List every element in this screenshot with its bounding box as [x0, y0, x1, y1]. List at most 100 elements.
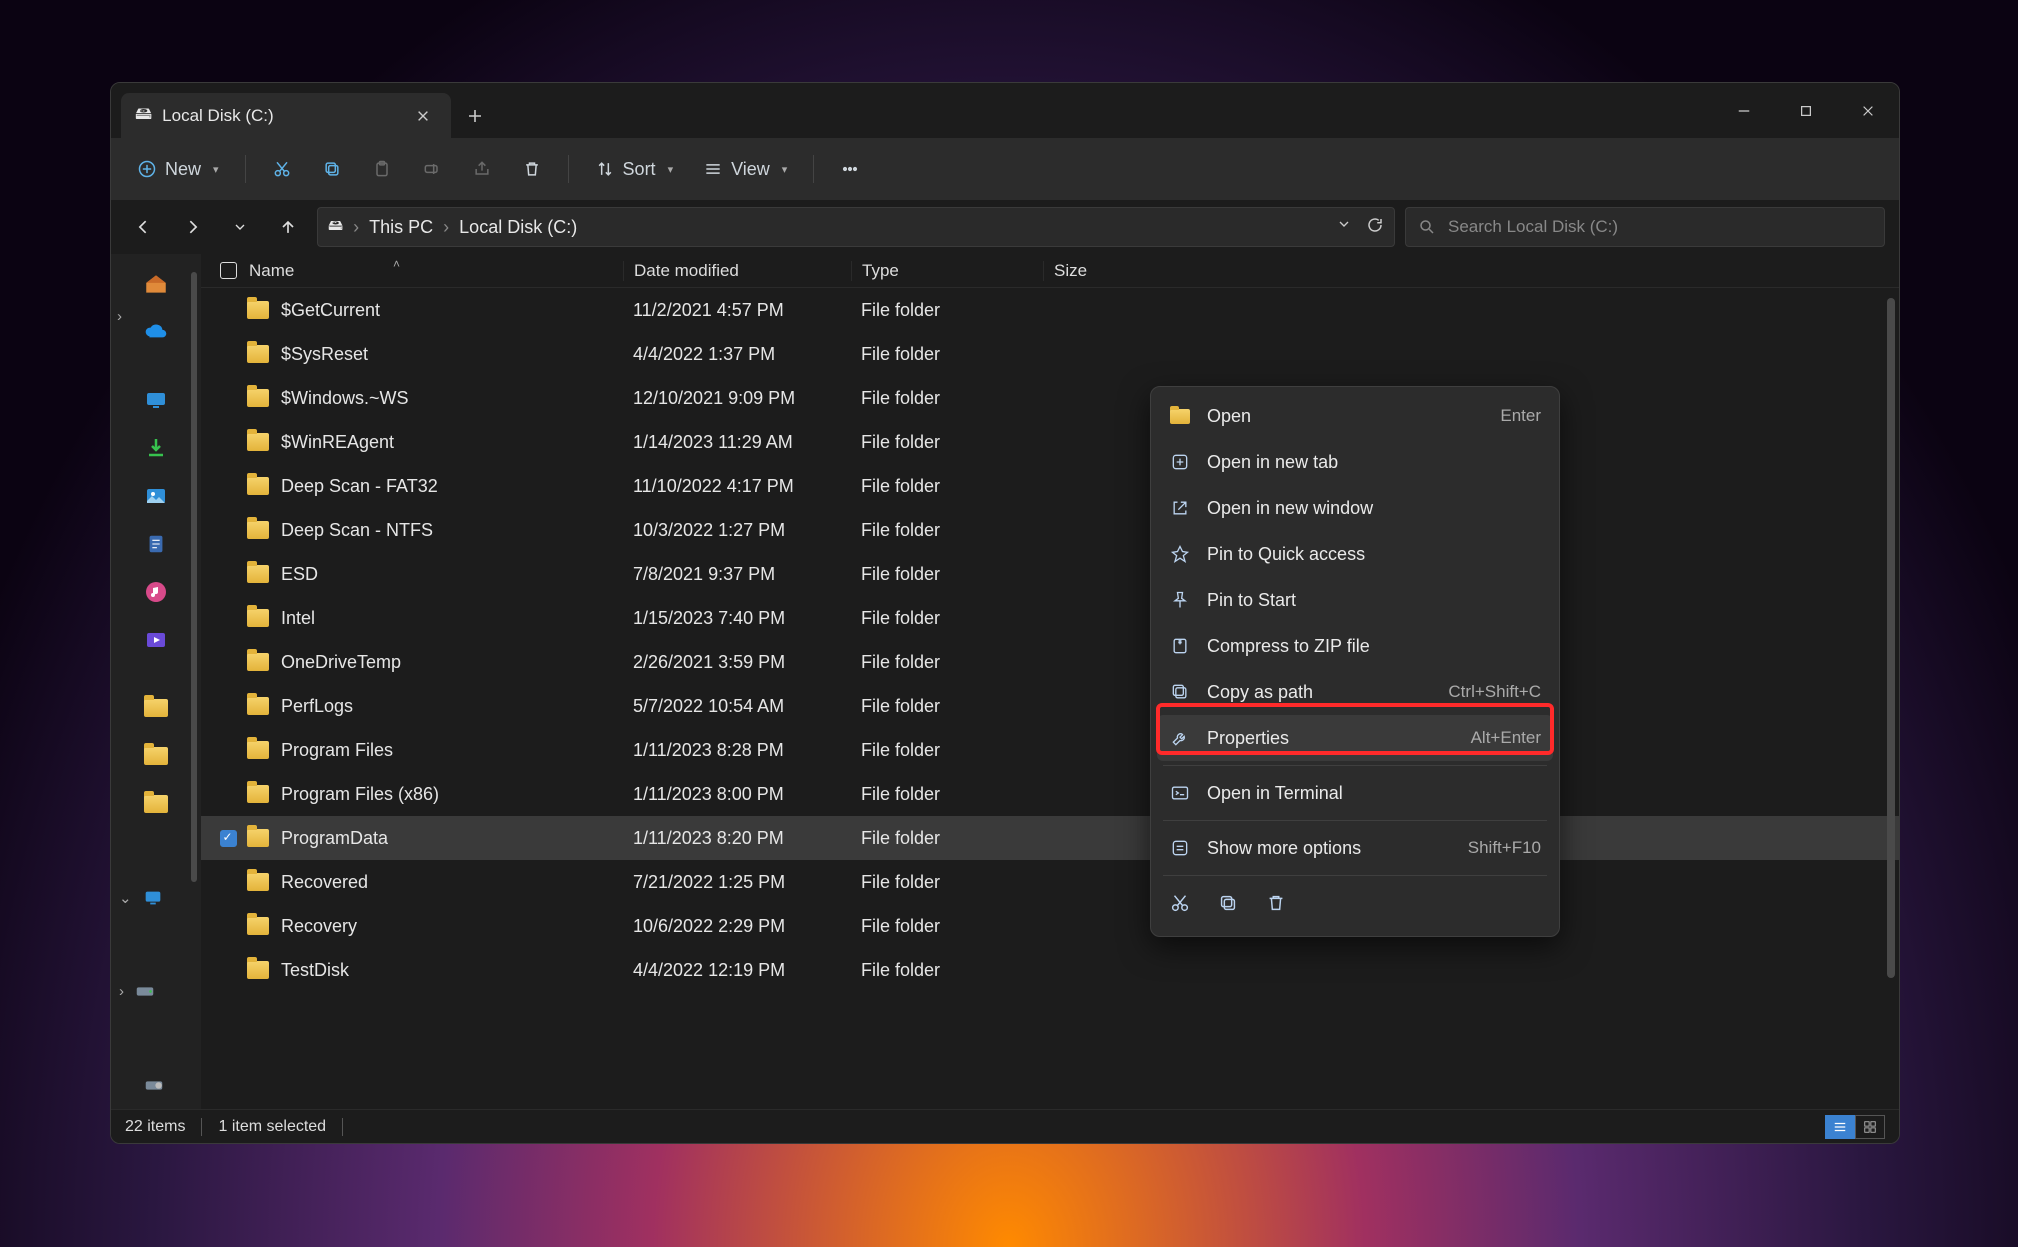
ctx-open[interactable]: Open Enter [1157, 393, 1553, 439]
more-button[interactable] [828, 149, 872, 189]
minimize-button[interactable] [1713, 83, 1775, 138]
search-box[interactable] [1405, 207, 1885, 247]
sidebar-item-onedrive[interactable] [134, 311, 178, 353]
ctx-copy-button[interactable] [1217, 892, 1239, 919]
table-row[interactable]: Deep Scan - FAT3211/10/2022 4:17 PMFile … [201, 464, 1899, 508]
sidebar-item-music[interactable] [134, 571, 178, 613]
column-size[interactable]: Size [1043, 261, 1163, 281]
column-type[interactable]: Type [851, 261, 1043, 281]
status-bar: 22 items 1 item selected [111, 1109, 1899, 1143]
ctx-open-new-window[interactable]: Open in new window [1157, 485, 1553, 531]
sidebar-item-home[interactable] [134, 263, 178, 305]
share-button[interactable] [460, 149, 504, 189]
column-name[interactable]: Name ˄ [243, 261, 623, 281]
table-row[interactable]: PerfLogs5/7/2022 10:54 AMFile folder [201, 684, 1899, 728]
tab-local-disk[interactable]: 🖴 Local Disk (C:) [121, 93, 451, 138]
separator [1163, 875, 1547, 876]
sidebar-item-pictures[interactable] [134, 475, 178, 517]
sidebar-scrollbar[interactable] [191, 272, 197, 882]
file-name: $SysReset [281, 344, 368, 365]
sidebar-item-this-pc[interactable]: ⌄ [111, 874, 201, 922]
back-button[interactable] [125, 208, 163, 246]
column-date[interactable]: Date modified [623, 261, 851, 281]
file-type: File folder [851, 740, 1043, 761]
ctx-pin-quick[interactable]: Pin to Quick access [1157, 531, 1553, 577]
paste-button[interactable] [360, 149, 404, 189]
recent-button[interactable] [221, 208, 259, 246]
breadcrumb[interactable]: 🖴 › This PC › Local Disk (C:) [317, 207, 1395, 247]
file-date: 2/26/2021 3:59 PM [623, 652, 851, 673]
folder-icon [247, 653, 269, 671]
details-view-button[interactable] [1825, 1115, 1855, 1139]
ctx-open-new-tab[interactable]: Open in new tab [1157, 439, 1553, 485]
file-name: Recovered [281, 872, 368, 893]
ctx-compress[interactable]: Compress to ZIP file [1157, 623, 1553, 669]
table-row[interactable]: Recovery10/6/2022 2:29 PMFile folder [201, 904, 1899, 948]
sidebar-item-folder[interactable] [134, 783, 178, 825]
table-row[interactable]: Intel1/15/2023 7:40 PMFile folder [201, 596, 1899, 640]
file-date: 11/2/2021 4:57 PM [623, 300, 851, 321]
new-tab-button[interactable] [451, 93, 499, 138]
view-button[interactable]: View ▾ [691, 149, 799, 189]
cut-button[interactable] [260, 149, 304, 189]
select-all-checkbox[interactable] [213, 262, 243, 279]
thumbnails-view-button[interactable] [1855, 1115, 1885, 1139]
view-label: View [731, 159, 770, 180]
delete-button[interactable] [510, 149, 554, 189]
sidebar-item-dvd[interactable] [111, 1061, 201, 1109]
ctx-properties[interactable]: Properties Alt+Enter [1157, 715, 1553, 761]
file-name: $GetCurrent [281, 300, 380, 321]
table-row[interactable]: Deep Scan - NTFS10/3/2022 1:27 PMFile fo… [201, 508, 1899, 552]
table-row[interactable]: $SysReset4/4/2022 1:37 PMFile folder [201, 332, 1899, 376]
rename-button[interactable] [410, 149, 454, 189]
table-row[interactable]: Program Files1/11/2023 8:28 PMFile folde… [201, 728, 1899, 772]
table-row[interactable]: OneDriveTemp2/26/2021 3:59 PMFile folder [201, 640, 1899, 684]
ctx-cut-button[interactable] [1169, 892, 1191, 919]
main-scrollbar[interactable] [1887, 298, 1895, 978]
sidebar-item-videos[interactable] [134, 619, 178, 661]
sidebar-item-downloads[interactable] [134, 427, 178, 469]
table-row[interactable]: $Windows.~WS12/10/2021 9:09 PMFile folde… [201, 376, 1899, 420]
ctx-open-terminal[interactable]: Open in Terminal [1157, 770, 1553, 816]
sort-button[interactable]: Sort ▾ [583, 149, 686, 189]
sidebar-item-folder[interactable] [134, 687, 178, 729]
expand-icon[interactable]: › [117, 308, 122, 325]
copy-button[interactable] [310, 149, 354, 189]
file-type: File folder [851, 608, 1043, 629]
sidebar-item-desktop[interactable] [134, 379, 178, 421]
up-button[interactable] [269, 208, 307, 246]
table-row[interactable]: Recovered7/21/2022 1:25 PMFile folder [201, 860, 1899, 904]
status-item-count: 22 items [125, 1118, 185, 1136]
table-row[interactable]: Program Files (x86)1/11/2023 8:00 PMFile… [201, 772, 1899, 816]
table-row[interactable]: ProgramData1/11/2023 8:20 PMFile folder [201, 816, 1899, 860]
sidebar-item-folder[interactable] [134, 735, 178, 777]
sidebar-item-drive[interactable]: › [111, 967, 201, 1015]
maximize-button[interactable] [1775, 83, 1837, 138]
refresh-button[interactable] [1366, 216, 1384, 239]
table-row[interactable]: $GetCurrent 11/2/2021 4:57 PMFile folder [201, 288, 1899, 332]
forward-button[interactable] [173, 208, 211, 246]
breadcrumb-sep: › [443, 217, 449, 238]
row-checkbox[interactable] [213, 830, 243, 847]
table-row[interactable]: ESD7/8/2021 9:37 PMFile folder [201, 552, 1899, 596]
ctx-pin-start[interactable]: Pin to Start [1157, 577, 1553, 623]
window-close-button[interactable] [1837, 83, 1899, 138]
file-date: 11/10/2022 4:17 PM [623, 476, 851, 497]
ctx-copy-path[interactable]: Copy as path Ctrl+Shift+C [1157, 669, 1553, 715]
file-date: 1/14/2023 11:29 AM [623, 432, 851, 453]
drive-icon: 🖴 [328, 215, 343, 240]
ctx-delete-button[interactable] [1265, 892, 1287, 919]
file-explorer-window: 🖴 Local Disk (C:) New ▾ [110, 82, 1900, 1144]
history-dropdown[interactable] [1336, 216, 1352, 239]
breadcrumb-root[interactable]: This PC [369, 217, 433, 238]
file-type: File folder [851, 300, 1043, 321]
table-row[interactable]: $WinREAgent1/14/2023 11:29 AMFile folder [201, 420, 1899, 464]
sidebar-item-documents[interactable] [134, 523, 178, 565]
folder-icon [247, 389, 269, 407]
ctx-show-more[interactable]: Show more options Shift+F10 [1157, 825, 1553, 871]
table-row[interactable]: TestDisk4/4/2022 12:19 PMFile folder [201, 948, 1899, 992]
breadcrumb-current[interactable]: Local Disk (C:) [459, 217, 577, 238]
tab-close-button[interactable] [409, 102, 437, 130]
new-button[interactable]: New ▾ [125, 149, 231, 189]
search-input[interactable] [1448, 217, 1872, 237]
